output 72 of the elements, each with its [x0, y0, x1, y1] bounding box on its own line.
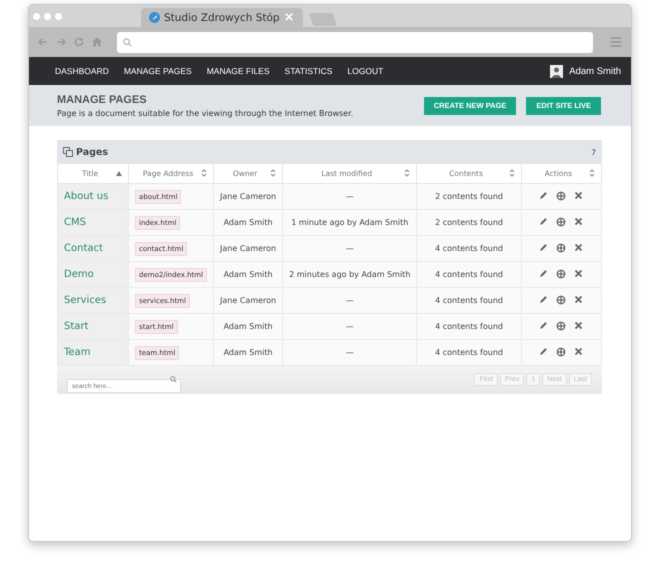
modified-cell: — — [282, 235, 417, 261]
contents-cell: 4 contents found — [416, 235, 522, 261]
tab-title: Studio Zdrowych Stóp — [164, 12, 280, 24]
pencil-icon[interactable] — [539, 347, 548, 356]
close-button[interactable]: × — [284, 10, 294, 25]
user-name[interactable]: Adam Smith — [569, 66, 621, 76]
page-title-link[interactable]: CMS — [64, 216, 86, 228]
sort-icon — [270, 169, 276, 178]
globe-icon[interactable] — [556, 269, 566, 279]
delete-icon[interactable] — [574, 295, 584, 304]
contents-cell: 2 contents found — [416, 209, 522, 235]
modified-cell: — — [282, 313, 417, 339]
page-title-link[interactable]: Demo — [64, 268, 94, 280]
nav-link[interactable]: STATISTICS — [284, 66, 332, 76]
delete-icon[interactable] — [574, 321, 584, 330]
sort-icon — [404, 169, 410, 178]
window-dot[interactable] — [55, 12, 62, 20]
globe-icon[interactable] — [556, 243, 566, 253]
page-description: Page is a document suitable for the viewing through the Internet Browser. — [57, 108, 354, 118]
pencil-icon[interactable] — [539, 217, 548, 226]
contents-cell: 4 contents found — [416, 287, 522, 313]
window-dot[interactable] — [44, 12, 51, 20]
globe-icon[interactable] — [556, 295, 566, 305]
browser-tab[interactable]: Studio Zdrowych Stóp × — [141, 8, 302, 27]
contents-cell: 4 contents found — [416, 313, 522, 339]
feather-icon — [149, 12, 160, 23]
pencil-icon[interactable] — [539, 269, 548, 278]
nav-link[interactable]: MANAGE FILES — [206, 66, 270, 76]
sort-ascending-icon — [116, 170, 122, 176]
pencil-icon[interactable] — [539, 191, 548, 200]
globe-icon[interactable] — [556, 191, 566, 201]
owner-cell: Adam Smith — [214, 313, 283, 339]
sort-icon — [508, 169, 515, 178]
owner-cell: Jane Cameron — [214, 183, 283, 209]
delete-icon[interactable] — [574, 191, 584, 200]
globe-icon[interactable] — [556, 217, 566, 227]
owner-cell: Adam Smith — [214, 261, 283, 287]
window-dot[interactable] — [33, 12, 40, 20]
owner-cell: Adam Smith — [214, 209, 283, 235]
pencil-icon[interactable] — [539, 321, 548, 330]
modified-cell: — — [282, 287, 417, 313]
pencil-icon[interactable] — [539, 295, 548, 304]
panel-title: Pages — [76, 146, 108, 158]
contents-cell: 4 contents found — [416, 339, 522, 365]
nav-link[interactable]: LOGOUT — [347, 66, 384, 76]
delete-icon[interactable] — [574, 269, 584, 278]
pencil-icon[interactable] — [539, 243, 548, 252]
owner-cell: Jane Cameron — [214, 235, 283, 261]
search-icon — [170, 376, 177, 383]
modified-cell: 2 minutes ago by Adam Smith — [282, 261, 417, 287]
globe-icon[interactable] — [556, 321, 566, 331]
modified-cell: — — [282, 339, 417, 365]
nav-link[interactable]: DASHBOARD — [55, 66, 109, 76]
contents-cell: 4 contents found — [416, 261, 522, 287]
page-title-link[interactable]: Start — [64, 320, 88, 332]
owner-cell: Jane Cameron — [214, 287, 283, 313]
owner-cell: Adam Smith — [214, 339, 283, 365]
sort-icon — [589, 169, 595, 178]
delete-icon[interactable] — [574, 243, 584, 252]
sort-icon — [201, 169, 208, 178]
search-icon — [123, 38, 132, 46]
contents-cell: 2 contents found — [416, 183, 522, 209]
copy-icon — [63, 147, 73, 157]
modified-cell: 1 minute ago by Adam Smith — [282, 209, 417, 235]
nav-link[interactable]: MANAGE PAGES — [124, 66, 192, 76]
avatar-icon — [550, 64, 564, 78]
globe-icon[interactable] — [556, 347, 566, 357]
page-title-link[interactable]: Team — [64, 346, 90, 358]
delete-icon[interactable] — [574, 347, 584, 356]
page-title: MANAGE PAGES — [57, 94, 148, 106]
delete-icon[interactable] — [574, 217, 584, 226]
modified-cell: — — [282, 183, 417, 209]
